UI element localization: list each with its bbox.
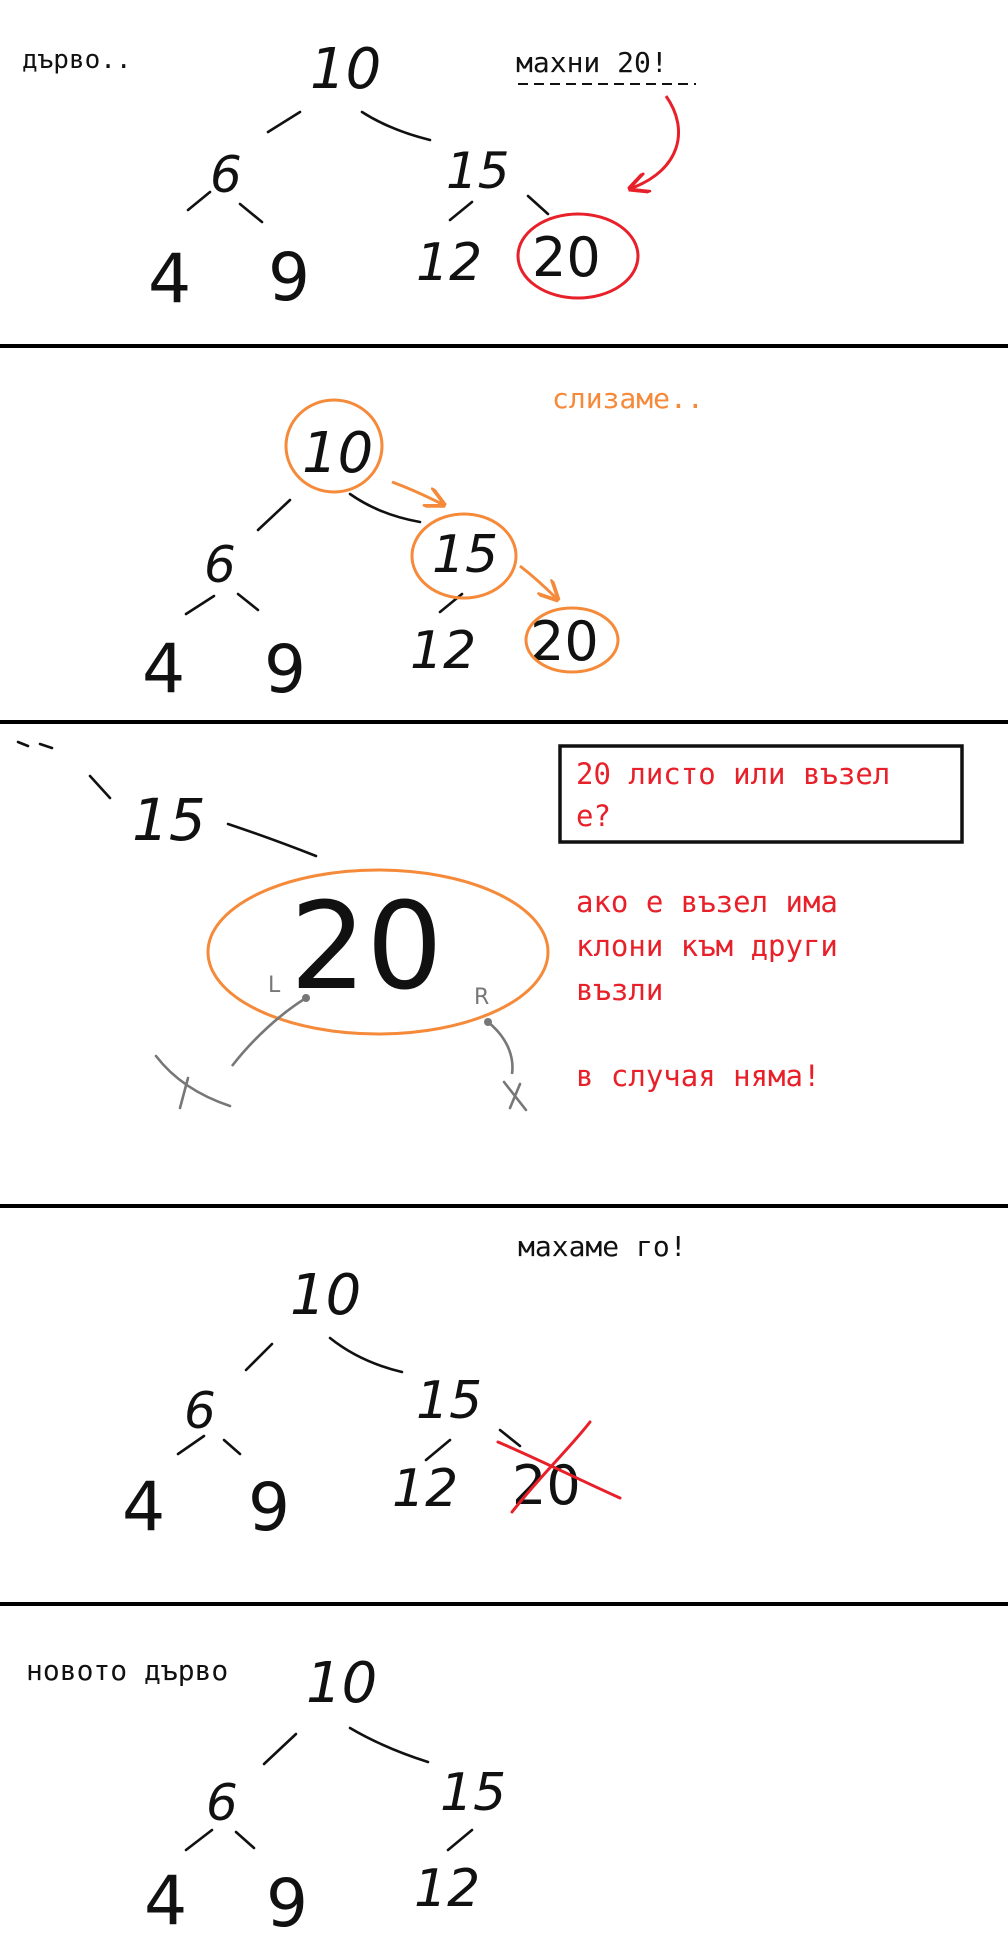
node-15: 15 — [432, 525, 498, 585]
node-4: 4 — [122, 1468, 165, 1547]
edge-10-15 — [360, 110, 432, 142]
edge-15-12 — [424, 1438, 452, 1462]
right-child-mark: R — [474, 985, 489, 1010]
node-15: 15 — [416, 1371, 482, 1431]
edge-10-15 — [348, 1726, 430, 1764]
node-20-large: 20 — [290, 878, 443, 1017]
node-6: 6 — [210, 146, 242, 204]
edge-10-6 — [266, 110, 302, 134]
pointer-arrow-red — [632, 95, 681, 188]
tree-full: 10 6 15 4 9 12 20 — [148, 37, 601, 319]
node-12: 12 — [410, 621, 476, 681]
node-12: 12 — [416, 233, 482, 293]
node-6: 6 — [184, 1382, 216, 1440]
node-12: 12 — [414, 1859, 480, 1919]
panel-5: новото дърво 10 6 15 4 9 12 — [26, 1651, 506, 1942]
node-10: 10 — [302, 421, 373, 486]
node-20: 20 — [532, 226, 601, 289]
node-15: 15 — [446, 142, 510, 200]
edge-15-12 — [448, 200, 474, 222]
conclusion-text: в случая няма! — [576, 1059, 820, 1093]
edge-15-12 — [446, 1828, 474, 1852]
node-12: 12 — [392, 1459, 458, 1519]
explanation-line-2: клони към други — [576, 929, 838, 963]
node-6: 6 — [204, 536, 236, 594]
node-9: 9 — [264, 631, 306, 708]
edge-15-20 — [226, 822, 318, 858]
node-10: 10 — [310, 37, 381, 102]
right-null-cross — [502, 1080, 528, 1112]
step-arrow-2 — [519, 564, 556, 598]
panel-2: слизаме.. 10 6 15 4 9 12 20 — [142, 382, 704, 709]
explanation-line-1: ако е възел има — [576, 885, 838, 919]
edge-10-6 — [262, 1732, 298, 1766]
panel-1: дърво.. махни 20! 10 6 15 4 9 12 20 — [22, 37, 696, 319]
node-15: 15 — [132, 786, 206, 854]
node-10: 10 — [306, 1651, 377, 1716]
tree-traversal: 10 6 15 4 9 12 20 — [142, 421, 599, 709]
panel-3: 15 20 L R 20 листо или възел е? ако е въ… — [16, 740, 964, 1112]
node-6: 6 — [206, 1774, 238, 1832]
edge-6-9 — [238, 202, 264, 224]
panel-1-caption: дърво.. — [22, 45, 132, 75]
edge-6-9 — [236, 592, 260, 612]
tree-result: 10 6 15 4 9 12 — [144, 1651, 506, 1942]
question-line-2: е? — [576, 799, 611, 833]
edge-10-6 — [244, 1342, 274, 1372]
panel-5-caption: новото дърво — [26, 1654, 228, 1687]
panel-2-note: слизаме.. — [552, 382, 704, 415]
edge-6-9 — [234, 1830, 256, 1850]
whiteboard-canvas: дърво.. махни 20! 10 6 15 4 9 12 20 слиз… — [0, 37, 1008, 1942]
edge-6-4 — [184, 594, 216, 616]
left-child-mark: L — [268, 973, 281, 998]
right-child-pointer — [487, 1020, 514, 1075]
edge-10-6 — [256, 498, 292, 532]
panel-1-note: махни 20! — [516, 46, 668, 79]
edge-10-15 — [348, 492, 422, 524]
node-9: 9 — [248, 1469, 290, 1546]
edge-15-20 — [526, 194, 550, 216]
edge-6-4 — [184, 1828, 214, 1852]
step-arrow-1 — [391, 480, 442, 504]
edge-6-9 — [222, 1438, 242, 1456]
question-line-1: 20 листо или възел — [576, 757, 890, 791]
explanation-line-3: възли — [576, 973, 663, 1007]
edge-10-15 — [328, 1336, 404, 1374]
node-4: 4 — [148, 240, 191, 319]
left-null-cross — [154, 1054, 232, 1110]
edge-6-4 — [186, 190, 212, 212]
tree-deletion: 10 6 15 4 9 12 20 — [122, 1263, 581, 1547]
node-4: 4 — [144, 1862, 187, 1941]
panel-4-note: махаме го! — [518, 1230, 687, 1263]
node-9: 9 — [266, 1865, 308, 1942]
edge-from-above — [16, 740, 112, 800]
node-15: 15 — [440, 1763, 506, 1823]
node-9: 9 — [268, 239, 310, 316]
panel-4: махаме го! 10 6 15 4 9 12 20 — [122, 1230, 687, 1547]
node-4: 4 — [142, 630, 185, 709]
node-10: 10 — [290, 1263, 361, 1328]
